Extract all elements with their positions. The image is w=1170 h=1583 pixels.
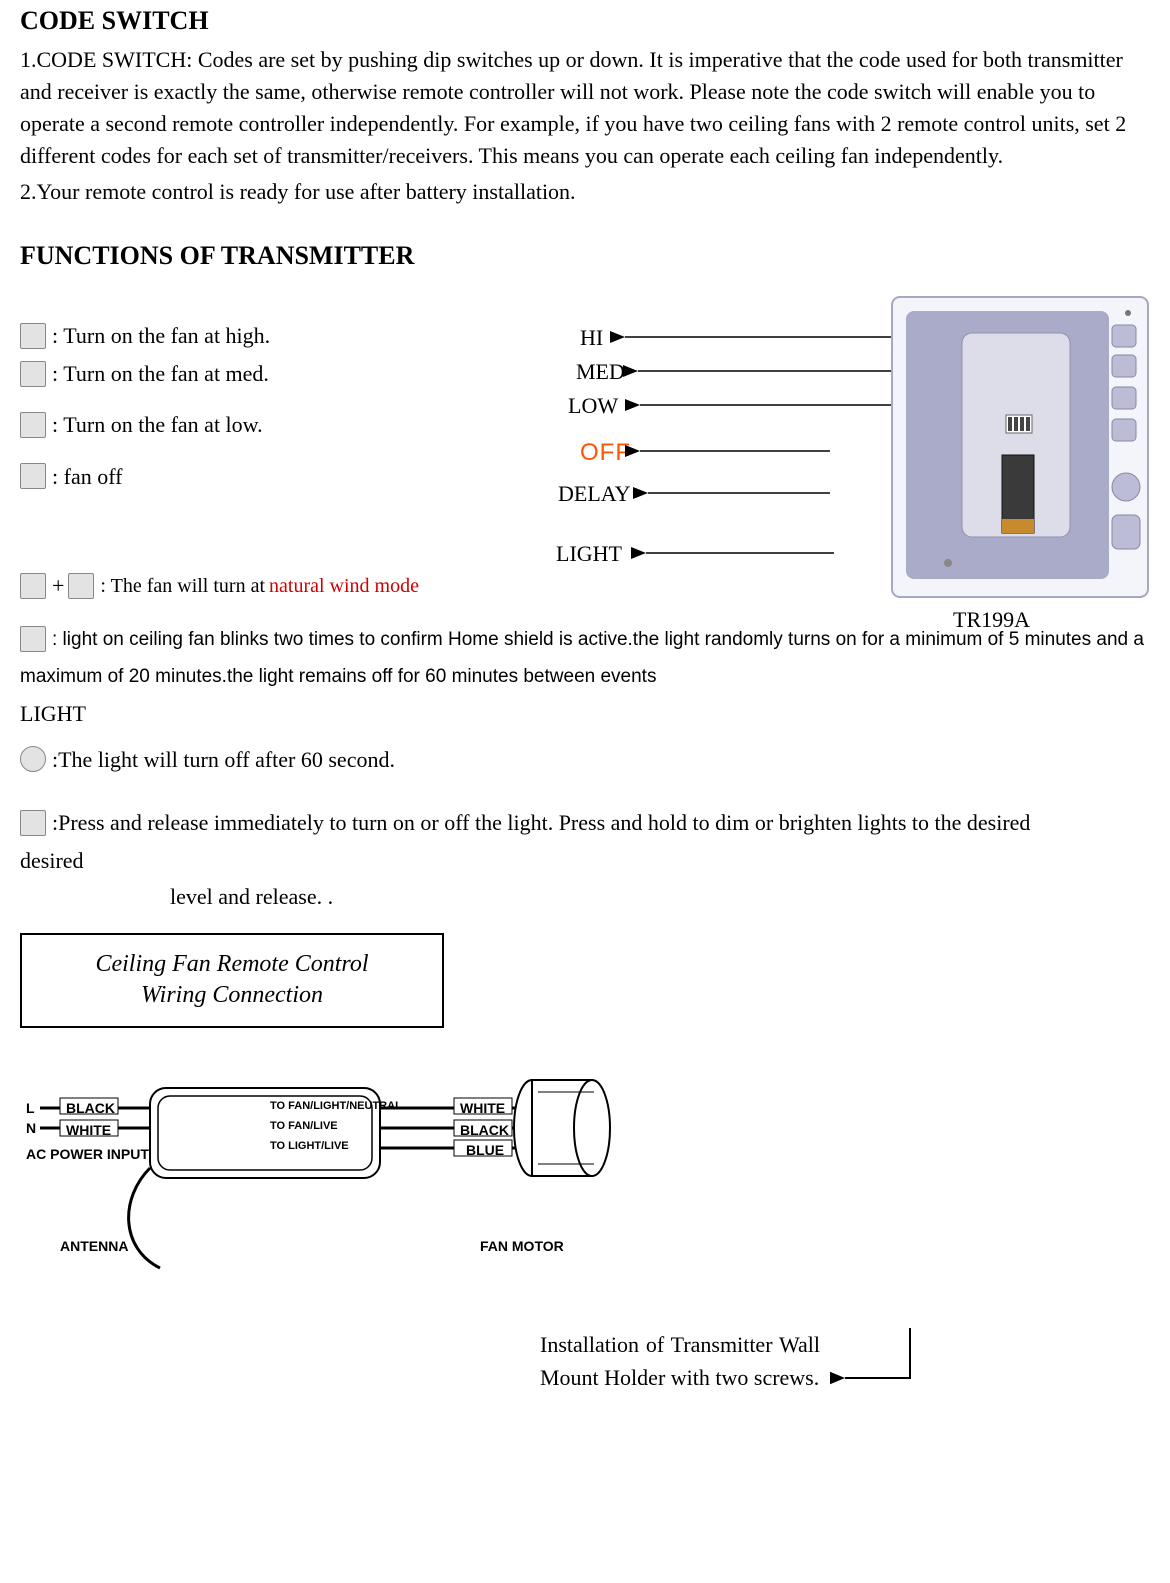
label-acpower: AC POWER INPUT — [26, 1146, 149, 1162]
label-off: OFF — [580, 439, 631, 467]
nat-wind-pre: : The fan will turn at — [100, 569, 265, 603]
label-blue: BLUE — [466, 1142, 504, 1158]
code-switch-lead: 1.CODE SWITCH: — [20, 47, 198, 72]
label-black: BLACK — [66, 1100, 115, 1116]
label-to-neutral: TO FAN/LIGHT/NEUTRAL — [270, 1100, 402, 1112]
label-white2: WHITE — [460, 1100, 505, 1116]
code-switch-heading: CODE SWITCH — [20, 6, 1150, 36]
wiring-title-l1: Ceiling Fan Remote Control — [32, 949, 432, 980]
delay-icon — [20, 746, 46, 772]
label-low: LOW — [568, 393, 618, 419]
off-desc: : fan off — [52, 458, 122, 495]
label-to-lightlive: TO LIGHT/LIVE — [270, 1140, 349, 1152]
functions-heading: FUNCTIONS OF TRANSMITTER — [20, 241, 1150, 271]
label-hi: HI — [580, 325, 603, 351]
light-desc2: level and release. . — [20, 881, 1150, 913]
label-black2: BLACK — [460, 1122, 509, 1138]
install-note: Installation of Transmitter Wall Mount H… — [540, 1328, 820, 1394]
med-desc: : Turn on the fan at med. — [52, 355, 269, 392]
low-desc: : Turn on the fan at low. — [52, 406, 263, 443]
label-N: N — [26, 1120, 36, 1136]
label-light: LIGHT — [556, 541, 622, 567]
code-switch-item2: 2.Your remote control is ready for use a… — [20, 176, 1150, 208]
light-desc: :Press and release immediately to turn o… — [52, 804, 1030, 841]
label-L: L — [26, 1100, 35, 1116]
off-icon — [20, 463, 46, 489]
install-arrow — [830, 1318, 950, 1398]
wiring-title-l2: Wiring Connection — [32, 980, 432, 1011]
light-header: LIGHT — [20, 701, 1150, 727]
hi-desc: : Turn on the fan at high. — [52, 317, 270, 354]
label-to-fanlive: TO FAN/LIVE — [270, 1120, 338, 1132]
plus-text: + — [52, 567, 64, 604]
combo-icon-2 — [68, 573, 94, 599]
label-fanmotor: FAN MOTOR — [480, 1238, 564, 1254]
delay-desc: :The light will turn off after 60 second… — [52, 741, 395, 778]
label-med: MED — [576, 359, 625, 385]
light-icon — [20, 810, 46, 836]
wiring-title-box: Ceiling Fan Remote Control Wiring Connec… — [20, 933, 444, 1027]
shield-icon — [20, 626, 46, 652]
nat-wind-red: natural wind mode — [269, 569, 419, 603]
low-icon — [20, 412, 46, 438]
hi-icon — [20, 323, 46, 349]
combo-icon-1 — [20, 573, 46, 599]
wiring-diagram: L N BLACK WHITE AC POWER INPUT ANTENNA T… — [20, 1058, 720, 1318]
code-switch-item1: 1.CODE SWITCH: Codes are set by pushing … — [20, 44, 1150, 172]
label-antenna: ANTENNA — [60, 1238, 128, 1254]
med-icon — [20, 361, 46, 387]
home-shield-desc: : light on ceiling fan blinks two times … — [20, 629, 1144, 686]
label-delay: DELAY — [558, 481, 631, 507]
light-desired: desired — [20, 845, 1150, 877]
label-white: WHITE — [66, 1122, 111, 1138]
